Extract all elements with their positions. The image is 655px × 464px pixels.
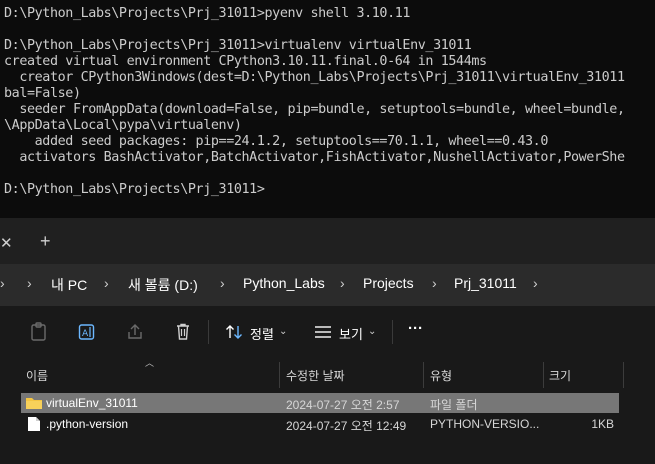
more-options-button[interactable]: ··· bbox=[408, 320, 423, 337]
toolbar-divider bbox=[208, 320, 209, 344]
tab-bar: ✕ + bbox=[0, 218, 655, 264]
close-tab-icon[interactable]: ✕ bbox=[0, 234, 13, 252]
terminal-line: activators BashActivator,BatchActivator,… bbox=[4, 150, 625, 165]
chevron-down-icon[interactable]: ⌄ bbox=[368, 326, 376, 337]
file-type: PYTHON-VERSIO... bbox=[430, 417, 540, 431]
view-icon[interactable] bbox=[313, 322, 333, 342]
new-tab-button[interactable]: + bbox=[40, 231, 51, 252]
sort-ascending-icon: ︿ bbox=[145, 358, 155, 368]
terminal-window[interactable]: D:\Python_Labs\Projects\Prj_31011>pyenv … bbox=[0, 0, 655, 218]
file-explorer-window: ✕ + › › 내 PC › 새 볼륨 (D:) › Python_Labs ›… bbox=[0, 218, 655, 464]
breadcrumb-python-labs[interactable]: Python_Labs bbox=[243, 275, 325, 291]
share-icon[interactable] bbox=[126, 322, 144, 342]
chevron-down-icon[interactable]: ⌄ bbox=[279, 326, 287, 337]
breadcrumb-prj-31011[interactable]: Prj_31011 bbox=[454, 275, 517, 291]
breadcrumb-this-pc[interactable]: 내 PC bbox=[51, 275, 87, 295]
terminal-line: D:\Python_Labs\Projects\Prj_31011>pyenv … bbox=[4, 6, 411, 21]
table-row[interactable]: .python-version 2024-07-27 오전 12:49 PYTH… bbox=[21, 414, 619, 434]
sort-button[interactable]: 정렬 bbox=[250, 324, 274, 343]
column-divider[interactable] bbox=[279, 362, 280, 388]
breadcrumb-drive-d[interactable]: 새 볼륨 (D:) bbox=[128, 275, 198, 295]
terminal-line: \AppData\Local\pypa\virtualenv) bbox=[4, 118, 242, 133]
terminal-line: D:\Python_Labs\Projects\Prj_31011>virtua… bbox=[4, 38, 472, 53]
file-name: virtualEnv_31011 bbox=[46, 396, 138, 410]
chevron-right-icon[interactable]: › bbox=[27, 275, 32, 291]
chevron-right-icon[interactable]: › bbox=[432, 275, 437, 291]
column-divider[interactable] bbox=[423, 362, 424, 388]
terminal-line: bal=False) bbox=[4, 86, 81, 101]
terminal-prompt: D:\Python_Labs\Projects\Prj_31011> bbox=[4, 182, 265, 197]
chevron-right-icon[interactable]: › bbox=[220, 275, 225, 291]
file-type: 파일 폴더 bbox=[430, 398, 478, 412]
file-modified: 2024-07-27 오전 2:57 bbox=[286, 398, 400, 412]
folder-icon bbox=[26, 398, 42, 409]
column-divider[interactable] bbox=[543, 362, 544, 388]
paste-icon[interactable] bbox=[30, 322, 48, 342]
column-header-modified[interactable]: 수정한 날짜 bbox=[286, 367, 345, 384]
chevron-right-icon[interactable]: › bbox=[340, 275, 345, 291]
column-header-name[interactable]: 이름 bbox=[26, 367, 48, 384]
file-size: 1KB bbox=[591, 417, 614, 431]
file-list: ︿ 이름 수정한 날짜 유형 크기 virtualEnv_31011 2024-… bbox=[0, 358, 655, 464]
delete-icon[interactable] bbox=[174, 322, 192, 342]
terminal-line: creator CPython3Windows(dest=D:\Python_L… bbox=[4, 70, 625, 85]
chevron-right-icon[interactable]: › bbox=[533, 275, 538, 291]
command-bar: A 정렬 ⌄ 보기 ⌄ ··· bbox=[0, 305, 655, 358]
breadcrumb-projects[interactable]: Projects bbox=[363, 275, 414, 291]
file-icon bbox=[28, 417, 40, 431]
file-name: .python-version bbox=[46, 417, 129, 431]
file-modified: 2024-07-27 오전 12:49 bbox=[286, 419, 407, 433]
chevron-right-icon[interactable]: › bbox=[104, 275, 109, 291]
toolbar-divider bbox=[392, 320, 393, 344]
column-header-size[interactable]: 크기 bbox=[549, 367, 571, 384]
terminal-line: seeder FromAppData(download=False, pip=b… bbox=[4, 102, 625, 117]
column-divider[interactable] bbox=[623, 362, 624, 388]
chevron-right-icon[interactable]: › bbox=[0, 275, 5, 291]
rename-icon[interactable]: A bbox=[78, 322, 96, 342]
table-row[interactable]: virtualEnv_31011 2024-07-27 오전 2:57 파일 폴… bbox=[21, 393, 619, 413]
svg-text:A: A bbox=[82, 329, 89, 339]
address-bar[interactable]: › › 내 PC › 새 볼륨 (D:) › Python_Labs › Pro… bbox=[0, 264, 655, 305]
terminal-line: added seed packages: pip==24.1.2, setupt… bbox=[4, 134, 549, 149]
column-header-type[interactable]: 유형 bbox=[430, 367, 452, 384]
view-button[interactable]: 보기 bbox=[339, 324, 363, 343]
terminal-line: created virtual environment CPython3.10.… bbox=[4, 54, 487, 69]
sort-icon[interactable] bbox=[224, 322, 244, 342]
